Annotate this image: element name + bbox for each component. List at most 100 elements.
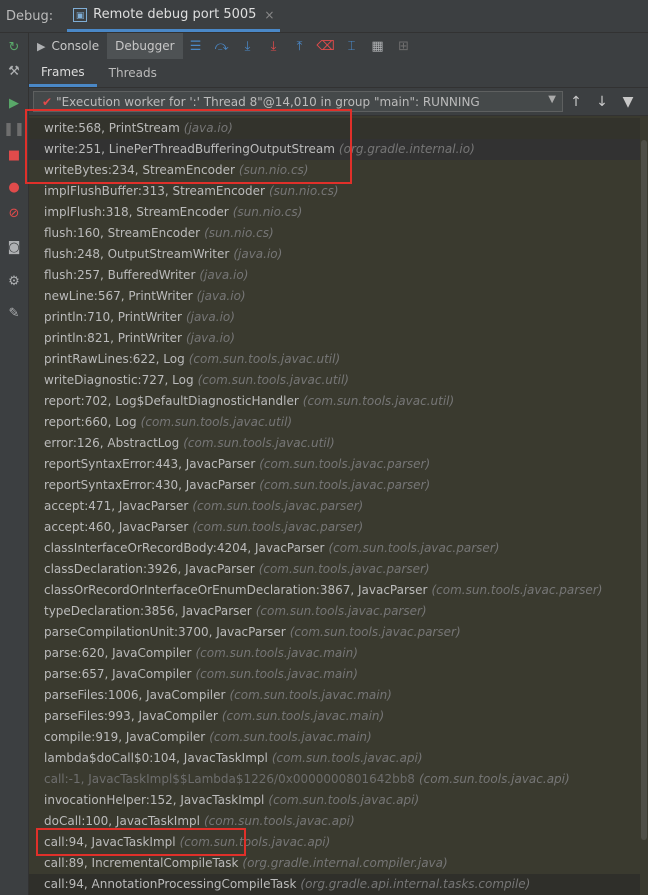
wrench-icon[interactable]: ⚒: [6, 63, 22, 79]
step-out-icon[interactable]: ⤒: [287, 33, 313, 59]
frame-row[interactable]: writeDiagnostic:727, Log (com.sun.tools.j…: [29, 370, 640, 391]
frame-package: (com.sun.tools.javac.parser): [255, 604, 427, 618]
frames-scrollbar[interactable]: [641, 140, 647, 840]
view-breakpoints-icon[interactable]: ●: [6, 179, 22, 195]
step-over-icon[interactable]: ⤓: [235, 33, 261, 59]
frame-row[interactable]: typeDeclaration:3856, JavacParser (com.su…: [29, 601, 640, 622]
frame-row[interactable]: call:89, IncrementalCompileTask (org.grad…: [29, 853, 640, 874]
frame-row[interactable]: implFlushBuffer:313, StreamEncoder (sun.n…: [29, 181, 640, 202]
frame-package: (com.sun.tools.javac.parser): [289, 625, 461, 639]
frame-row[interactable]: reportSyntaxError:443, JavacParser (com.s…: [29, 454, 640, 475]
evaluate-icon[interactable]: ▦: [365, 33, 391, 59]
frame-package: (com.sun.tools.javac.api): [203, 814, 355, 828]
frame-row[interactable]: accept:471, JavacParser (com.sun.tools.ja…: [29, 496, 640, 517]
frame-method: parseCompilationUnit:3700, JavacParser: [44, 625, 286, 639]
remote-debug-icon: ▣: [73, 7, 88, 22]
frame-row[interactable]: compile:919, JavaCompiler (com.sun.tools.…: [29, 727, 640, 748]
thread-selected: "Execution worker for ':' Thread 8"@14,0…: [56, 94, 480, 109]
resume-icon[interactable]: ▶: [6, 95, 22, 111]
drop-frame-icon[interactable]: ⌫: [313, 33, 339, 59]
frame-method: doCall:100, JavacTaskImpl: [44, 814, 200, 828]
tab-remote-debug[interactable]: ▣ Remote debug port 5005 ×: [67, 0, 281, 32]
frame-method: writeDiagnostic:727, Log: [44, 373, 194, 387]
frame-row[interactable]: call:94, AnnotationProcessingCompileTask…: [29, 874, 640, 895]
frame-row[interactable]: error:126, AbstractLog (com.sun.tools.jav…: [29, 433, 640, 454]
close-icon[interactable]: ×: [264, 8, 274, 22]
step-into-icon[interactable]: ⤓: [261, 33, 287, 59]
arrow-up-icon[interactable]: ↑: [563, 94, 589, 110]
frame-row[interactable]: println:710, PrintWriter (java.io): [29, 307, 640, 328]
frame-method: classOrRecordOrInterfaceOrEnumDeclaratio…: [44, 583, 428, 597]
trace-icon[interactable]: ⊞: [391, 33, 417, 59]
frame-row[interactable]: reportSyntaxError:430, JavacParser (com.s…: [29, 475, 640, 496]
rerun-icon[interactable]: ↻: [6, 39, 22, 55]
mute-breakpoints-icon[interactable]: ⊘: [6, 205, 22, 221]
frame-method: call:89, IncrementalCompileTask: [44, 856, 239, 870]
arrow-down-icon[interactable]: ↓: [589, 94, 615, 110]
layout-menu-icon[interactable]: ☰: [183, 33, 209, 59]
frame-row[interactable]: lambda$doCall$0:104, JavacTaskImpl (com.s…: [29, 748, 640, 769]
frame-row[interactable]: flush:248, OutputStreamWriter (java.io): [29, 244, 640, 265]
frame-row[interactable]: newLine:567, PrintWriter (java.io): [29, 286, 640, 307]
frame-row[interactable]: report:660, Log (com.sun.tools.javac.util…: [29, 412, 640, 433]
camera-icon[interactable]: ◙: [6, 239, 22, 255]
pause-icon[interactable]: ❚❚: [3, 121, 25, 137]
tab-threads[interactable]: Threads: [97, 59, 169, 87]
frame-package: (com.sun.tools.javac.util): [188, 352, 341, 366]
show-execution-point-icon[interactable]: ⤼: [209, 33, 235, 59]
frame-method: parse:620, JavaCompiler: [44, 646, 192, 660]
run-to-cursor-icon[interactable]: ⌶: [339, 33, 365, 59]
tab-frames[interactable]: Frames: [29, 59, 97, 87]
frame-method: accept:471, JavacParser: [44, 499, 189, 513]
frame-row[interactable]: parseFiles:1006, JavaCompiler (com.sun.to…: [29, 685, 640, 706]
frame-method: compile:919, JavaCompiler: [44, 730, 206, 744]
frame-package: (sun.nio.cs): [204, 226, 274, 240]
frame-row[interactable]: call:-1, JavacTaskImpl$$Lambda$1226/0x00…: [29, 769, 640, 790]
frame-method: println:821, PrintWriter: [44, 331, 182, 345]
frame-method: flush:257, BufferedWriter: [44, 268, 196, 282]
frame-row[interactable]: invocationHelper:152, JavacTaskImpl (com.…: [29, 790, 640, 811]
frame-row[interactable]: classDeclaration:3926, JavacParser (com.s…: [29, 559, 640, 580]
frame-method: call:-1, JavacTaskImpl$$Lambda$1226/0x00…: [44, 772, 415, 786]
frame-row[interactable]: implFlush:318, StreamEncoder (sun.nio.cs): [29, 202, 640, 223]
frame-package: (com.sun.tools.javac.api): [271, 751, 423, 765]
frame-method: reportSyntaxError:443, JavacParser: [44, 457, 256, 471]
filter-icon[interactable]: ▼: [615, 94, 641, 110]
frame-package: (com.sun.tools.javac.util): [302, 394, 455, 408]
frame-row[interactable]: parse:657, JavaCompiler (com.sun.tools.ja…: [29, 664, 640, 685]
frame-package: (com.sun.tools.javac.parser): [431, 583, 603, 597]
frame-method: call:94, AnnotationProcessingCompileTask: [44, 877, 297, 891]
frame-row[interactable]: printRawLines:622, Log (com.sun.tools.jav…: [29, 349, 640, 370]
checkmark-icon: ✔: [42, 94, 53, 109]
tab-title: Remote debug port 5005: [93, 7, 257, 22]
frame-row[interactable]: classInterfaceOrRecordBody:4204, JavacPa…: [29, 538, 640, 559]
frame-row[interactable]: flush:160, StreamEncoder (sun.nio.cs): [29, 223, 640, 244]
frame-package: (com.sun.tools.javac.main): [195, 646, 358, 660]
frame-package: (java.io): [185, 310, 235, 324]
frame-row[interactable]: report:702, Log$DefaultDiagnosticHandler…: [29, 391, 640, 412]
frame-row[interactable]: parse:620, JavaCompiler (com.sun.tools.ja…: [29, 643, 640, 664]
frame-row[interactable]: flush:257, BufferedWriter (java.io): [29, 265, 640, 286]
debug-label: Debug:: [6, 8, 54, 24]
frame-method: lambda$doCall$0:104, JavacTaskImpl: [44, 751, 268, 765]
frame-method: error:126, AbstractLog: [44, 436, 180, 450]
frame-package: (com.sun.tools.javac.parser): [259, 478, 431, 492]
frame-row[interactable]: accept:460, JavacParser (com.sun.tools.ja…: [29, 517, 640, 538]
stop-icon[interactable]: ■: [6, 147, 22, 163]
frame-method: implFlushBuffer:313, StreamEncoder: [44, 184, 265, 198]
frame-package: (com.sun.tools.javac.api): [418, 772, 570, 786]
frame-row[interactable]: classOrRecordOrInterfaceOrEnumDeclaratio…: [29, 580, 640, 601]
frame-row[interactable]: println:821, PrintWriter (java.io): [29, 328, 640, 349]
debugger-tab[interactable]: Debugger: [107, 33, 183, 59]
frame-package: (com.sun.tools.javac.parser): [258, 562, 430, 576]
frame-package: (com.sun.tools.javac.parser): [328, 541, 500, 555]
frame-method: classInterfaceOrRecordBody:4204, JavacPa…: [44, 541, 325, 555]
pin-icon[interactable]: ✎: [6, 305, 22, 321]
console-tab[interactable]: ▶ Console: [29, 33, 107, 59]
settings-icon[interactable]: ⚙: [6, 273, 22, 289]
console-icon: ▶: [37, 39, 46, 53]
frame-row[interactable]: parseCompilationUnit:3700, JavacParser (c…: [29, 622, 640, 643]
frame-row[interactable]: parseFiles:993, JavaCompiler (com.sun.too…: [29, 706, 640, 727]
frames-threads-tabs: Frames Threads: [29, 59, 648, 88]
frame-method: parseFiles:993, JavaCompiler: [44, 709, 218, 723]
